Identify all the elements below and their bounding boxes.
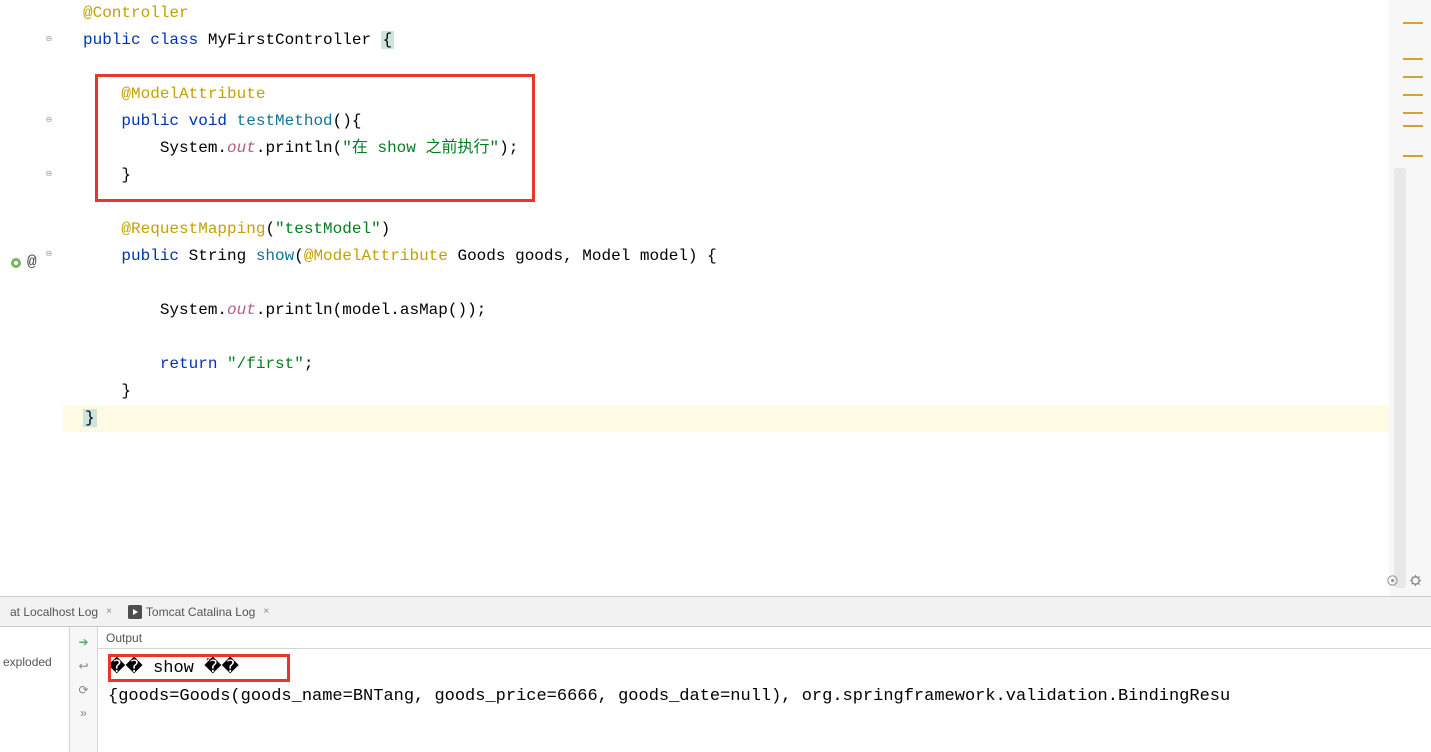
refresh-icon[interactable]: ⟳	[75, 681, 93, 699]
minimap-marker	[1403, 112, 1423, 114]
run-icon[interactable]: ➔	[75, 633, 93, 651]
fold-icon[interactable]: ⊖	[44, 169, 54, 179]
code-line[interactable]: @RequestMapping("testModel")	[83, 216, 1431, 243]
fold-icon[interactable]: ⊖	[44, 34, 54, 44]
fold-gutter: ⊖ ⊖ ⊖ ⊖	[45, 0, 63, 596]
annotation-highlight-box	[95, 74, 535, 202]
back-icon[interactable]: ↩	[75, 657, 93, 675]
minimap-marker	[1403, 22, 1423, 24]
minimap-marker	[1403, 125, 1423, 127]
more-icon[interactable]: »	[75, 705, 93, 723]
output-highlight-box	[108, 654, 290, 682]
minimap[interactable]	[1389, 0, 1431, 596]
panel-icon-column: ➔ ↩ ⟳ »	[70, 627, 98, 752]
panel-tabs: at Localhost Log × Tomcat Catalina Log ×	[0, 597, 1431, 627]
gutter: @	[0, 0, 45, 596]
tab-label: Tomcat Catalina Log	[146, 605, 255, 619]
scrollbar[interactable]	[1394, 168, 1406, 588]
code-line[interactable]: public class MyFirstController {	[83, 27, 1431, 54]
tab-label: at Localhost Log	[10, 605, 98, 619]
output-header: Output	[98, 627, 1431, 649]
tomcat-icon	[128, 605, 142, 619]
minimap-marker	[1403, 76, 1423, 78]
tab-localhost-log[interactable]: at Localhost Log ×	[2, 598, 120, 626]
code-line[interactable]: public String show(@ModelAttribute Goods…	[83, 243, 1431, 270]
panel-toolbar	[1385, 573, 1423, 591]
output-line: {goods=Goods(goods_name=BNTang, goods_pr…	[108, 683, 1421, 711]
gear-icon[interactable]	[1408, 573, 1423, 591]
target-icon[interactable]	[1385, 573, 1400, 591]
code-line[interactable]: @Controller	[83, 0, 1431, 27]
code-line[interactable]	[83, 270, 1431, 297]
output-panel: Output �� show ֮��{goods=Goods(goods_nam…	[98, 627, 1431, 752]
code-line[interactable]: }	[63, 405, 1431, 432]
code-line[interactable]: System.out.println(model.asMap());	[83, 297, 1431, 324]
output-content[interactable]: �� show ֮��{goods=Goods(goods_name=BNTan…	[98, 649, 1431, 717]
fold-icon[interactable]: ⊖	[44, 115, 54, 125]
output-header-label: Output	[106, 631, 142, 645]
tab-catalina-log[interactable]: Tomcat Catalina Log ×	[120, 598, 277, 626]
close-icon[interactable]: ×	[106, 606, 112, 617]
code-line[interactable]: return "/first";	[83, 351, 1431, 378]
code-line[interactable]	[83, 324, 1431, 351]
minimap-marker	[1403, 94, 1423, 96]
exploded-label: exploded	[3, 655, 52, 669]
at-annotation-icon[interactable]: @	[27, 253, 37, 271]
panel-left-column: exploded	[0, 627, 70, 752]
minimap-marker	[1403, 58, 1423, 60]
close-icon[interactable]: ×	[263, 606, 269, 617]
output-line: �� show ֮��	[108, 655, 1421, 683]
bean-icon[interactable]	[8, 255, 24, 275]
panel-body: exploded ➔ ↩ ⟳ » Output �� show ֮��{good…	[0, 627, 1431, 752]
fold-icon[interactable]: ⊖	[44, 249, 54, 259]
minimap-marker	[1403, 155, 1423, 157]
code-line[interactable]: }	[83, 378, 1431, 405]
